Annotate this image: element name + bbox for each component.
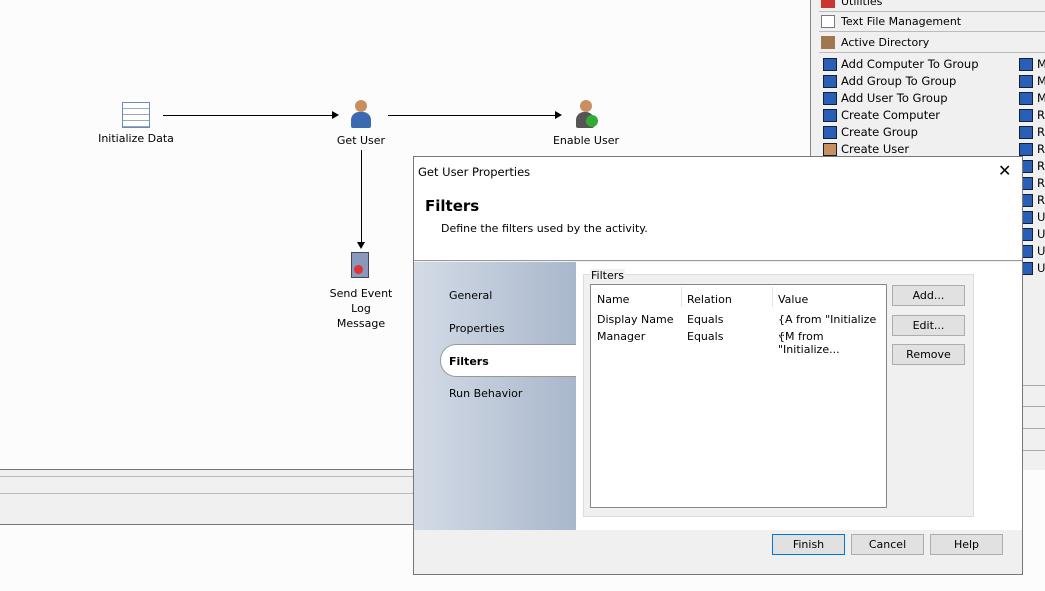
node-enable-user[interactable]: Enable User [526,98,646,147]
node-label: Enable User [552,134,620,147]
group-label: Filters [590,269,625,282]
user-icon [823,143,837,156]
dialog-title: Get User Properties [418,165,531,179]
text-file-icon [821,15,835,28]
column-header-value[interactable]: Value [778,293,808,306]
arrow-icon [357,242,365,249]
computer-icon [823,109,837,122]
group-icon [823,75,837,88]
node-label: Send Event Log Message [329,287,393,330]
computer-icon [823,58,837,71]
node-label: Get User [336,134,386,147]
event-log-icon [345,250,377,282]
nav-properties[interactable]: Properties [449,322,505,335]
user-icon [345,98,377,130]
add-button[interactable]: Add... [892,285,965,306]
item-create-group[interactable]: Create Group [823,124,918,141]
help-button[interactable]: Help [930,534,1003,555]
remove-button[interactable]: Remove [892,344,965,365]
item-add-computer-to-group[interactable]: Add Computer To Group [823,56,979,73]
filters-list[interactable]: Name Relation Value Display Name Equals {A… [590,284,887,508]
remove-icon [1019,143,1033,156]
enable-user-icon [570,98,602,130]
connector [361,150,362,243]
nav-run-behavior[interactable]: Run Behavior [449,387,522,400]
table-row[interactable]: Manager Equals {M from "Initialize... [591,330,886,356]
item-create-computer[interactable]: Create Computer [823,107,940,124]
get-user-properties-dialog: Get User Properties ✕ Filters Define the… [413,156,1023,575]
move-icon [1019,58,1033,71]
column-header-name[interactable]: Name [597,293,629,306]
remove-icon [1019,126,1033,139]
toolbox-icon [821,0,835,8]
item-right[interactable]: Re [1019,107,1045,124]
table-icon [122,102,150,128]
node-get-user[interactable]: Get User [301,98,421,147]
cancel-button[interactable]: Cancel [851,534,924,555]
bottom-toolbar [0,469,415,525]
edit-button[interactable]: Edit... [892,315,965,336]
node-label: Initialize Data [98,132,174,145]
category-text-file-management[interactable]: Text File Management [819,12,1045,32]
category-active-directory[interactable]: Active Directory [819,33,1045,53]
group-icon [823,126,837,139]
move-icon [1019,92,1033,105]
table-row[interactable]: Display Name Equals {A from "Initialize ..… [591,313,886,339]
item-add-user-to-group[interactable]: Add User To Group [823,90,948,107]
item-right[interactable]: Re [1019,124,1045,141]
remove-icon [1019,109,1033,122]
column-header-relation[interactable]: Relation [687,293,732,306]
finish-button[interactable]: Finish [772,534,845,555]
close-icon[interactable]: ✕ [998,161,1011,181]
move-icon [1019,75,1033,88]
nav-general[interactable]: General [449,289,492,302]
item-right[interactable]: M [1019,73,1045,90]
item-right[interactable]: M [1019,90,1045,107]
nav-filters[interactable]: Filters [440,344,576,377]
node-initialize-data[interactable]: Initialize Data [76,98,196,145]
node-send-event-log[interactable]: Send Event Log Message [301,250,421,331]
category-utilities[interactable]: Utilities [819,0,1045,12]
page-heading: Filters [425,197,480,215]
page-description: Define the filters used by the activity. [441,222,648,235]
user-group-icon [823,92,837,105]
directory-icon [821,36,835,49]
item-right[interactable]: M [1019,56,1045,73]
item-add-group-to-group[interactable]: Add Group To Group [823,73,956,90]
